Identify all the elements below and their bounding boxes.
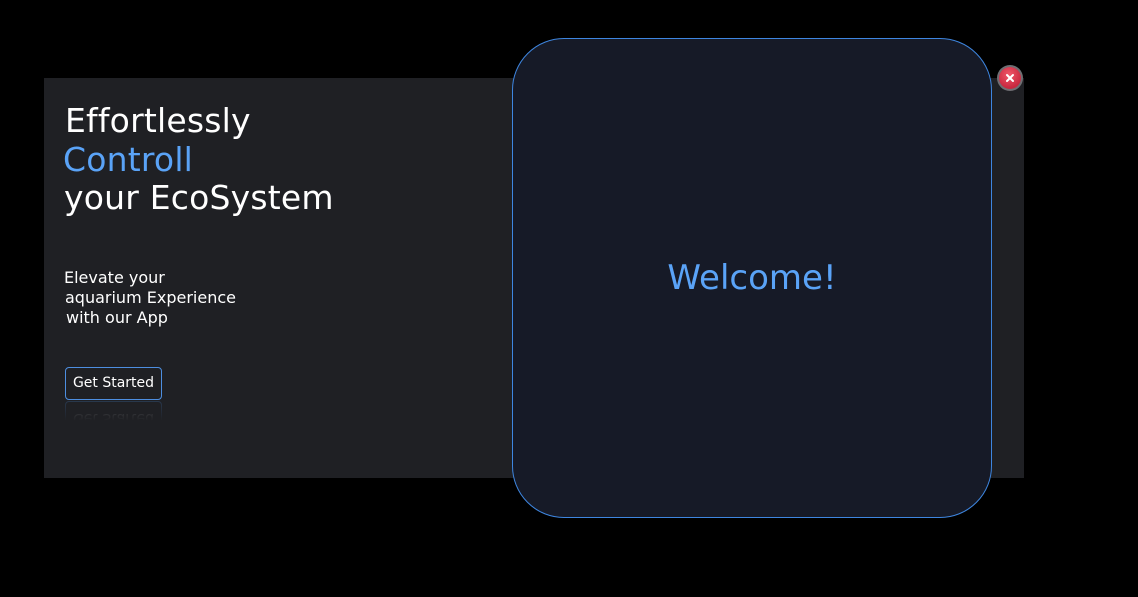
welcome-message: Welcome! bbox=[667, 258, 837, 298]
close-button[interactable] bbox=[997, 65, 1023, 91]
headline-accent-line: Controll bbox=[63, 139, 194, 179]
headline-line-3: your EcoSystem bbox=[64, 178, 334, 217]
cta-reflection-label: Get Started bbox=[65, 401, 162, 421]
hero-headline: Effortlessly Controll your EcoSystem bbox=[63, 101, 334, 218]
cta-reflection: Get Started bbox=[65, 401, 162, 421]
tagline-line-3: with our App bbox=[66, 308, 168, 327]
close-icon bbox=[999, 67, 1021, 89]
cta-container: Get Started Get Started bbox=[65, 367, 162, 421]
hero-tagline: Elevate your aquarium Experience with ou… bbox=[64, 268, 236, 328]
tagline-line-2: aquarium Experience bbox=[65, 288, 236, 307]
get-started-button[interactable]: Get Started bbox=[65, 367, 162, 400]
headline-line-1: Effortlessly bbox=[65, 101, 251, 140]
welcome-panel: Welcome! bbox=[512, 38, 992, 518]
tagline-line-1: Elevate your bbox=[64, 268, 165, 287]
